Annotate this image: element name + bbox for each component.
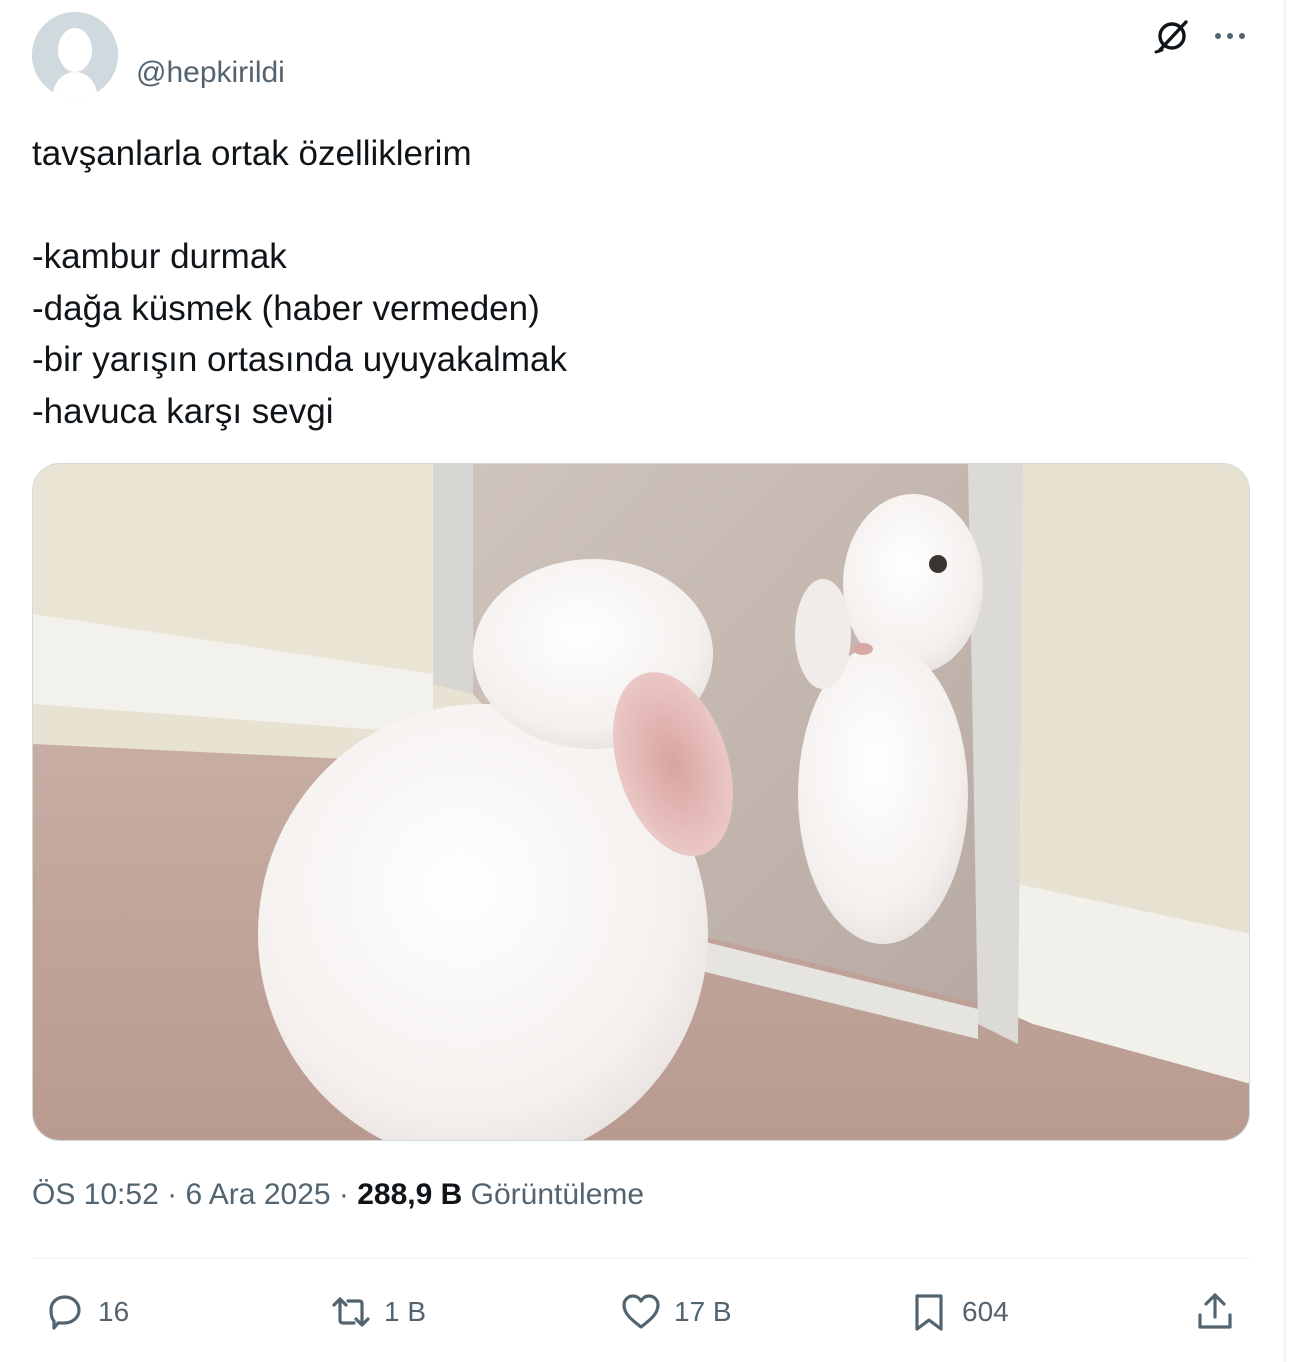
column-border [1284,0,1286,1362]
views-label: Görüntüleme [470,1178,645,1211]
share-icon [1198,1293,1232,1329]
retweet-button[interactable]: 1 B [328,1282,426,1342]
tweet-text: tavşanlarla ortak özelliklerim -kambur d… [32,134,567,431]
views-count: 288,9 B [357,1178,463,1211]
tweet-meta: ÖS 10:52 · 6 Ara 2025 · 288,9 B Görüntül… [32,1178,644,1212]
tweet-actions: 16 1 B 17 B 604 [32,1282,1250,1342]
reply-icon [49,1295,81,1330]
reply-button[interactable]: 16 [42,1282,129,1342]
bookmark-icon [915,1294,943,1331]
bookmark-count: 604 [962,1296,1009,1327]
retweet-icon [332,1297,370,1327]
heart-icon [622,1294,660,1329]
divider [32,1258,1250,1259]
tweet-top-actions [1148,12,1258,60]
bookmark-button[interactable]: 604 [906,1282,1009,1342]
tweet-time[interactable]: ÖS 10:52 [32,1178,159,1211]
tweet-date[interactable]: 6 Ara 2025 [185,1178,330,1211]
retweet-count: 1 B [384,1296,427,1327]
like-button[interactable]: 17 B [618,1282,732,1342]
meta-separator: · [158,1178,186,1211]
more-icon[interactable] [1210,16,1250,56]
grok-icon[interactable] [1152,16,1192,56]
avatar[interactable] [32,12,118,98]
meta-separator: · [330,1178,358,1211]
like-count: 17 B [674,1296,732,1327]
user-handle[interactable]: @hepkirildi [136,56,285,90]
share-button[interactable] [1192,1282,1238,1342]
default-avatar-icon [32,12,118,98]
reply-count: 16 [98,1296,130,1327]
rabbit-mirror-photo [33,464,1249,1140]
tweet-photo[interactable] [32,463,1250,1141]
